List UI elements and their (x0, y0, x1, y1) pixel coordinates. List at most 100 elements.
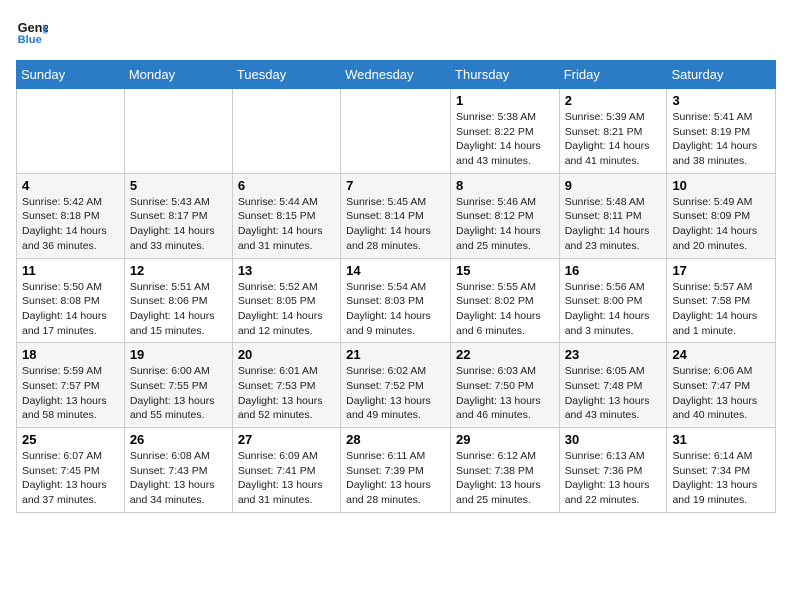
header-sunday: Sunday (17, 61, 125, 89)
day-number: 16 (565, 263, 662, 278)
logo-icon: General Blue (16, 16, 48, 48)
day-cell: 26 Sunrise: 6:08 AM Sunset: 7:43 PM Dayli… (124, 428, 232, 513)
day-cell: 29 Sunrise: 6:12 AM Sunset: 7:38 PM Dayli… (451, 428, 560, 513)
day-info: Sunrise: 5:52 AM Sunset: 8:05 PM Dayligh… (238, 280, 335, 339)
week-row-2: 11 Sunrise: 5:50 AM Sunset: 8:08 PM Dayli… (17, 258, 776, 343)
day-cell: 24 Sunrise: 6:06 AM Sunset: 7:47 PM Dayli… (667, 343, 776, 428)
day-cell: 17 Sunrise: 5:57 AM Sunset: 7:58 PM Dayli… (667, 258, 776, 343)
day-info: Sunrise: 5:44 AM Sunset: 8:15 PM Dayligh… (238, 195, 335, 254)
day-cell: 14 Sunrise: 5:54 AM Sunset: 8:03 PM Dayli… (341, 258, 451, 343)
day-cell (17, 89, 125, 174)
header-friday: Friday (559, 61, 667, 89)
day-cell: 16 Sunrise: 5:56 AM Sunset: 8:00 PM Dayli… (559, 258, 667, 343)
day-info: Sunrise: 5:56 AM Sunset: 8:00 PM Dayligh… (565, 280, 662, 339)
day-info: Sunrise: 5:59 AM Sunset: 7:57 PM Dayligh… (22, 364, 119, 423)
day-info: Sunrise: 6:12 AM Sunset: 7:38 PM Dayligh… (456, 449, 554, 508)
day-number: 20 (238, 347, 335, 362)
day-info: Sunrise: 6:09 AM Sunset: 7:41 PM Dayligh… (238, 449, 335, 508)
day-info: Sunrise: 5:57 AM Sunset: 7:58 PM Dayligh… (672, 280, 770, 339)
day-cell: 18 Sunrise: 5:59 AM Sunset: 7:57 PM Dayli… (17, 343, 125, 428)
day-info: Sunrise: 6:13 AM Sunset: 7:36 PM Dayligh… (565, 449, 662, 508)
day-cell: 31 Sunrise: 6:14 AM Sunset: 7:34 PM Dayli… (667, 428, 776, 513)
day-number: 24 (672, 347, 770, 362)
day-cell: 8 Sunrise: 5:46 AM Sunset: 8:12 PM Daylig… (451, 173, 560, 258)
day-number: 10 (672, 178, 770, 193)
day-info: Sunrise: 6:02 AM Sunset: 7:52 PM Dayligh… (346, 364, 445, 423)
day-info: Sunrise: 6:08 AM Sunset: 7:43 PM Dayligh… (130, 449, 227, 508)
day-number: 17 (672, 263, 770, 278)
day-number: 11 (22, 263, 119, 278)
day-number: 14 (346, 263, 445, 278)
header-tuesday: Tuesday (232, 61, 340, 89)
day-cell (232, 89, 340, 174)
day-info: Sunrise: 5:41 AM Sunset: 8:19 PM Dayligh… (672, 110, 770, 169)
week-row-1: 4 Sunrise: 5:42 AM Sunset: 8:18 PM Daylig… (17, 173, 776, 258)
calendar-table: SundayMondayTuesdayWednesdayThursdayFrid… (16, 60, 776, 513)
day-number: 31 (672, 432, 770, 447)
day-cell: 6Sunrise: 5:44 AM Sunset: 8:15 PM Daylig… (232, 173, 340, 258)
day-number: 7 (346, 178, 445, 193)
day-info: Sunrise: 5:46 AM Sunset: 8:12 PM Dayligh… (456, 195, 554, 254)
header: General Blue (16, 16, 776, 48)
day-cell: 19Sunrise: 6:00 AM Sunset: 7:55 PM Dayli… (124, 343, 232, 428)
day-info: Sunrise: 6:05 AM Sunset: 7:48 PM Dayligh… (565, 364, 662, 423)
day-cell: 1 Sunrise: 5:38 AM Sunset: 8:22 PM Daylig… (451, 89, 560, 174)
week-row-0: 1 Sunrise: 5:38 AM Sunset: 8:22 PM Daylig… (17, 89, 776, 174)
day-info: Sunrise: 5:51 AM Sunset: 8:06 PM Dayligh… (130, 280, 227, 339)
day-cell: 7 Sunrise: 5:45 AM Sunset: 8:14 PM Daylig… (341, 173, 451, 258)
day-info: Sunrise: 5:43 AM Sunset: 8:17 PM Dayligh… (130, 195, 227, 254)
day-info: Sunrise: 5:38 AM Sunset: 8:22 PM Dayligh… (456, 110, 554, 169)
day-number: 8 (456, 178, 554, 193)
day-cell: 25 Sunrise: 6:07 AM Sunset: 7:45 PM Dayli… (17, 428, 125, 513)
day-info: Sunrise: 5:49 AM Sunset: 8:09 PM Dayligh… (672, 195, 770, 254)
day-number: 23 (565, 347, 662, 362)
day-number: 25 (22, 432, 119, 447)
day-info: Sunrise: 6:14 AM Sunset: 7:34 PM Dayligh… (672, 449, 770, 508)
logo: General Blue (16, 16, 52, 48)
day-info: Sunrise: 5:50 AM Sunset: 8:08 PM Dayligh… (22, 280, 119, 339)
day-cell: 10 Sunrise: 5:49 AM Sunset: 8:09 PM Dayli… (667, 173, 776, 258)
day-number: 13 (238, 263, 335, 278)
day-cell: 4 Sunrise: 5:42 AM Sunset: 8:18 PM Daylig… (17, 173, 125, 258)
day-number: 30 (565, 432, 662, 447)
day-info: Sunrise: 6:11 AM Sunset: 7:39 PM Dayligh… (346, 449, 445, 508)
day-number: 4 (22, 178, 119, 193)
svg-text:Blue: Blue (18, 34, 42, 46)
day-cell: 12 Sunrise: 5:51 AM Sunset: 8:06 PM Dayli… (124, 258, 232, 343)
week-row-3: 18 Sunrise: 5:59 AM Sunset: 7:57 PM Dayli… (17, 343, 776, 428)
day-info: Sunrise: 5:45 AM Sunset: 8:14 PM Dayligh… (346, 195, 445, 254)
day-info: Sunrise: 5:42 AM Sunset: 8:18 PM Dayligh… (22, 195, 119, 254)
day-number: 26 (130, 432, 227, 447)
day-info: Sunrise: 6:03 AM Sunset: 7:50 PM Dayligh… (456, 364, 554, 423)
day-cell: 27 Sunrise: 6:09 AM Sunset: 7:41 PM Dayli… (232, 428, 340, 513)
header-thursday: Thursday (451, 61, 560, 89)
day-number: 18 (22, 347, 119, 362)
day-cell: 20Sunrise: 6:01 AM Sunset: 7:53 PM Dayli… (232, 343, 340, 428)
day-info: Sunrise: 6:06 AM Sunset: 7:47 PM Dayligh… (672, 364, 770, 423)
day-cell: 23 Sunrise: 6:05 AM Sunset: 7:48 PM Dayli… (559, 343, 667, 428)
day-cell: 11 Sunrise: 5:50 AM Sunset: 8:08 PM Dayli… (17, 258, 125, 343)
day-cell: 21 Sunrise: 6:02 AM Sunset: 7:52 PM Dayli… (341, 343, 451, 428)
day-cell: 13 Sunrise: 5:52 AM Sunset: 8:05 PM Dayli… (232, 258, 340, 343)
day-cell: 28 Sunrise: 6:11 AM Sunset: 7:39 PM Dayli… (341, 428, 451, 513)
day-info: Sunrise: 6:07 AM Sunset: 7:45 PM Dayligh… (22, 449, 119, 508)
day-cell (124, 89, 232, 174)
week-row-4: 25 Sunrise: 6:07 AM Sunset: 7:45 PM Dayli… (17, 428, 776, 513)
day-number: 15 (456, 263, 554, 278)
day-cell: 22 Sunrise: 6:03 AM Sunset: 7:50 PM Dayli… (451, 343, 560, 428)
day-cell (341, 89, 451, 174)
day-number: 27 (238, 432, 335, 447)
header-wednesday: Wednesday (341, 61, 451, 89)
day-info: Sunrise: 5:54 AM Sunset: 8:03 PM Dayligh… (346, 280, 445, 339)
day-number: 1 (456, 93, 554, 108)
day-info: Sunrise: 5:55 AM Sunset: 8:02 PM Dayligh… (456, 280, 554, 339)
day-number: 12 (130, 263, 227, 278)
day-number: 21 (346, 347, 445, 362)
day-number: 29 (456, 432, 554, 447)
day-number: 22 (456, 347, 554, 362)
day-cell: 30 Sunrise: 6:13 AM Sunset: 7:36 PM Dayli… (559, 428, 667, 513)
day-number: 28 (346, 432, 445, 447)
day-number: 2 (565, 93, 662, 108)
day-cell: 5 Sunrise: 5:43 AM Sunset: 8:17 PM Daylig… (124, 173, 232, 258)
day-number: 5 (130, 178, 227, 193)
